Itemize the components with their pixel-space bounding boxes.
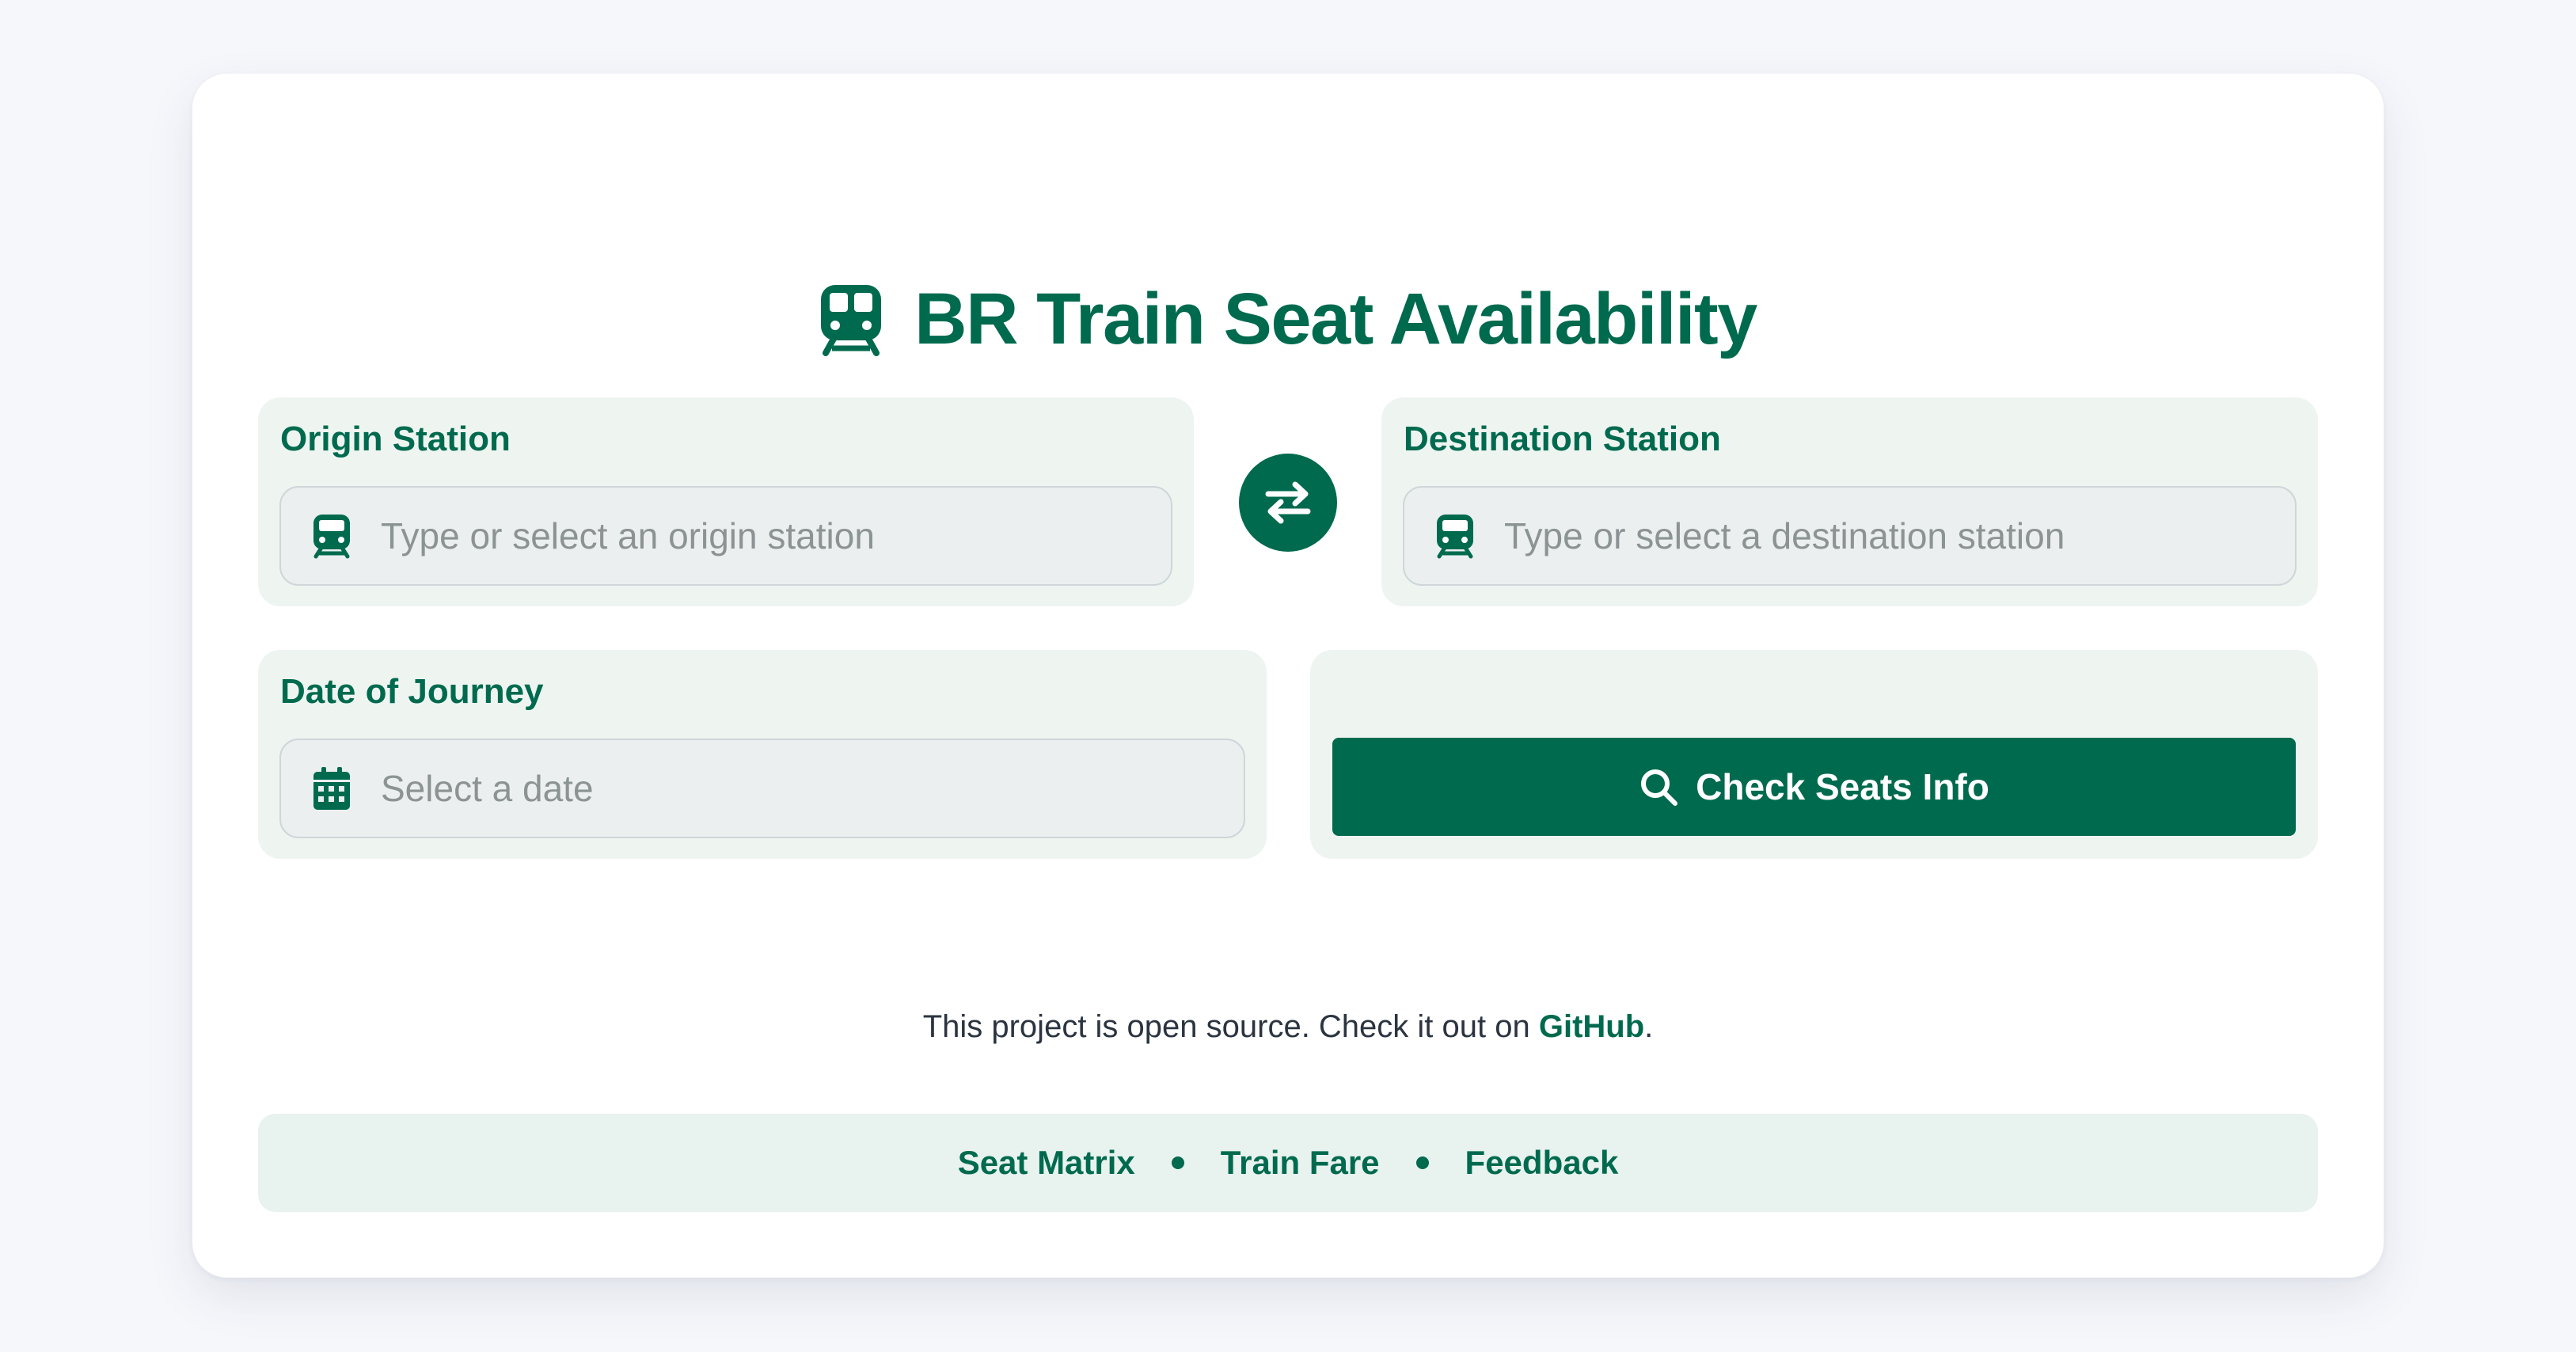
destination-label: Destination Station — [1404, 420, 1721, 458]
train-icon — [1434, 513, 1476, 559]
origin-label: Origin Station — [280, 420, 511, 458]
destination-panel: Destination Station — [1381, 397, 2318, 606]
check-panel: Check Seats Info — [1310, 650, 2318, 859]
separator-dot — [1415, 1156, 1429, 1169]
date-input[interactable] — [381, 767, 1244, 810]
destination-field[interactable] — [1403, 486, 2297, 586]
origin-panel: Origin Station — [258, 397, 1194, 606]
page-title-text: BR Train Seat Availability — [914, 279, 1757, 359]
search-icon — [1641, 769, 1678, 806]
train-icon — [819, 283, 883, 356]
swap-arrows-icon — [1265, 481, 1311, 524]
github-link[interactable]: GitHub — [1539, 1009, 1644, 1044]
check-seats-button[interactable]: Check Seats Info — [1332, 738, 2296, 836]
date-field[interactable] — [279, 739, 1245, 838]
swap-stations-button[interactable] — [1239, 454, 1337, 552]
destination-input[interactable] — [1504, 515, 2295, 557]
separator-dot — [1171, 1156, 1184, 1169]
footer-link-seat-matrix[interactable]: Seat Matrix — [958, 1144, 1135, 1182]
footer-link-feedback[interactable]: Feedback — [1465, 1144, 1619, 1182]
origin-input[interactable] — [381, 515, 1171, 557]
date-panel: Date of Journey — [258, 650, 1267, 859]
check-seats-label: Check Seats Info — [1696, 766, 1989, 807]
calendar-icon — [311, 765, 352, 811]
open-source-text: This project is open source. Check it ou… — [922, 1009, 1539, 1044]
train-icon — [311, 513, 352, 559]
date-label: Date of Journey — [280, 672, 544, 711]
open-source-note: This project is open source. Check it ou… — [192, 1009, 2384, 1045]
footer-link-train-fare[interactable]: Train Fare — [1221, 1144, 1380, 1182]
main-card: BR Train Seat Availability Origin Statio… — [192, 74, 2384, 1278]
footer-nav: Seat Matrix Train Fare Feedback — [258, 1114, 2318, 1212]
open-source-period: . — [1644, 1009, 1654, 1044]
origin-field[interactable] — [279, 486, 1172, 586]
page-title: BR Train Seat Availability — [192, 278, 2384, 361]
